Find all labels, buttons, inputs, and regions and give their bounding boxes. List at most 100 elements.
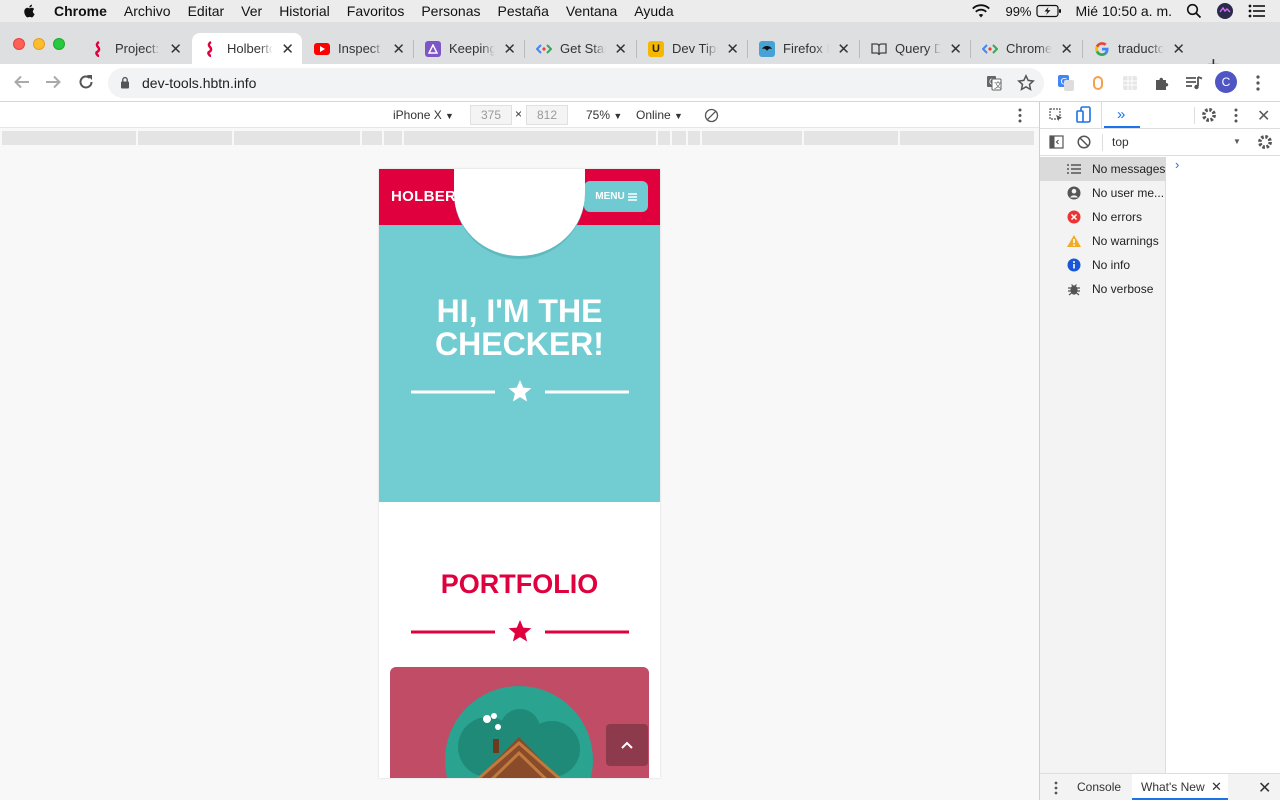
tab-close-icon[interactable]: ✕ xyxy=(281,40,294,58)
site-menu-button[interactable]: MENU xyxy=(584,181,648,212)
google-icon xyxy=(1094,41,1110,57)
drawer-tab-console[interactable]: Console xyxy=(1077,780,1121,794)
console-settings-gear-icon[interactable] xyxy=(1257,134,1273,150)
window-close-button[interactable] xyxy=(13,38,25,50)
tab-query[interactable]: Query D ✕ xyxy=(860,33,970,64)
menu-ver[interactable]: Ver xyxy=(241,3,262,19)
device-height-input[interactable]: 812 xyxy=(526,105,568,125)
tab-close-icon[interactable]: ✕ xyxy=(726,40,739,58)
extension-orange-icon[interactable] xyxy=(1088,73,1108,93)
drawer-menu-kebab-icon[interactable] xyxy=(1054,781,1058,795)
device-width-input[interactable]: 375 xyxy=(470,105,512,125)
drawer-tab-whats-new[interactable]: What's New xyxy=(1141,780,1205,794)
media-controls-icon[interactable] xyxy=(1184,73,1204,93)
tab-close-icon[interactable]: ✕ xyxy=(169,40,182,58)
chrome-menu-kebab-icon[interactable] xyxy=(1248,73,1268,93)
settings-gear-icon[interactable] xyxy=(1201,107,1217,123)
filter-all-messages[interactable]: No messages xyxy=(1040,157,1166,181)
filter-info[interactable]: No info xyxy=(1040,253,1166,277)
address-bar[interactable]: dev-tools.hbtn.info G文 xyxy=(108,68,1044,98)
forward-arrow-icon[interactable] xyxy=(44,73,62,91)
filter-user-messages[interactable]: No user me... xyxy=(1040,181,1166,205)
menu-ayuda[interactable]: Ayuda xyxy=(634,3,673,19)
menu-archivo[interactable]: Archivo xyxy=(124,3,171,19)
chevron-down-icon: ▼ xyxy=(445,111,454,121)
window-minimize-button[interactable] xyxy=(33,38,45,50)
back-arrow-icon[interactable] xyxy=(13,73,31,91)
context-dropdown-arrow-icon[interactable]: ▼ xyxy=(1233,137,1241,146)
tab-close-icon[interactable]: ✕ xyxy=(949,40,962,58)
tab-holberton[interactable]: Holberton ✕ xyxy=(192,33,302,64)
translate-page-icon[interactable]: G文 xyxy=(986,75,1002,91)
tab-inspect[interactable]: Inspect f ✕ xyxy=(303,33,413,64)
tab-close-icon[interactable]: ✕ xyxy=(1060,40,1073,58)
menu-favoritos[interactable]: Favoritos xyxy=(347,3,405,19)
context-select[interactable]: top xyxy=(1112,135,1129,149)
menu-app-name[interactable]: Chrome xyxy=(54,3,107,19)
tab-close-icon[interactable]: ✕ xyxy=(614,40,627,58)
close-drawer-icon[interactable]: ✕ xyxy=(1258,778,1271,798)
wifi-icon[interactable] xyxy=(971,3,991,19)
extensions-puzzle-icon[interactable] xyxy=(1152,73,1172,93)
close-whats-new-icon[interactable]: ✕ xyxy=(1211,779,1222,795)
menu-clock[interactable]: Mié 10:50 a. m. xyxy=(1076,3,1173,19)
zoom-select[interactable]: 75% ▼ xyxy=(586,108,622,122)
profile-avatar[interactable]: C xyxy=(1215,71,1237,93)
spotlight-search-icon[interactable] xyxy=(1186,3,1202,19)
tab-close-icon[interactable]: ✕ xyxy=(392,40,405,58)
console-prompt-chevron-icon[interactable]: › xyxy=(1175,157,1179,172)
google-translate-extension-icon[interactable]: G xyxy=(1056,73,1076,93)
emulated-page[interactable]: HOLBERTON ME MENU HI, I'M THE CHECKER! P… xyxy=(379,169,660,778)
notification-center-icon[interactable] xyxy=(1248,4,1266,18)
console-sidebar: No messages No user me... No errors No w… xyxy=(1040,157,1166,773)
dimension-x-icon: × xyxy=(515,107,523,121)
extension-grid-icon[interactable] xyxy=(1120,73,1140,93)
tab-close-icon[interactable]: ✕ xyxy=(837,40,850,58)
apple-logo-icon[interactable] xyxy=(20,3,40,19)
menu-historial[interactable]: Historial xyxy=(279,3,330,19)
siri-icon[interactable] xyxy=(1216,2,1234,20)
media-query-bar[interactable] xyxy=(2,131,1037,145)
filter-warnings[interactable]: No warnings xyxy=(1040,229,1166,253)
tab-firefox[interactable]: Firefox D ✕ xyxy=(748,33,858,64)
reload-icon[interactable] xyxy=(77,73,95,91)
holberton-icon xyxy=(203,40,219,57)
network-throttle-select[interactable]: Online ▼ xyxy=(636,108,683,122)
filter-verbose[interactable]: No verbose xyxy=(1040,277,1166,301)
bookmark-star-icon[interactable] xyxy=(1017,74,1035,92)
tab-title: Query D xyxy=(895,41,941,56)
close-devtools-icon[interactable]: ✕ xyxy=(1257,106,1270,126)
clear-console-icon[interactable] xyxy=(1077,135,1091,149)
devtools-main-toolbar: » ✕ xyxy=(1040,102,1280,129)
tab-keeping[interactable]: Keeping ✕ xyxy=(414,33,524,64)
url-text[interactable]: dev-tools.hbtn.info xyxy=(142,75,256,91)
tab-close-icon[interactable]: ✕ xyxy=(503,40,516,58)
inspect-element-icon[interactable] xyxy=(1049,108,1064,123)
menu-ventana[interactable]: Ventana xyxy=(566,3,617,19)
devtools-kebab-icon[interactable] xyxy=(1234,108,1238,123)
browser-toolbar: dev-tools.hbtn.info G文 G C xyxy=(0,64,1280,102)
tab-dev-tips[interactable]: U Dev Tips ✕ xyxy=(637,33,747,64)
menu-personas[interactable]: Personas xyxy=(421,3,480,19)
menu-pestana[interactable]: Pestaña xyxy=(498,3,549,19)
device-toolbar-toggle-icon[interactable] xyxy=(1076,106,1092,124)
tab-strip: Project: ✕ Holberton ✕ Inspect f ✕ Keepi… xyxy=(0,22,1280,77)
tab-project[interactable]: Project: ✕ xyxy=(80,33,190,64)
filter-errors[interactable]: No errors xyxy=(1040,205,1166,229)
battery-charging-icon[interactable] xyxy=(1035,4,1062,18)
tab-get-started[interactable]: Get Star ✕ xyxy=(525,33,635,64)
chevron-up-icon xyxy=(621,741,633,749)
menu-editar[interactable]: Editar xyxy=(188,3,225,19)
device-select[interactable]: iPhone X ▼ xyxy=(393,108,454,122)
window-zoom-button[interactable] xyxy=(53,38,65,50)
tab-title: Holberton xyxy=(227,41,273,56)
lock-icon[interactable] xyxy=(120,76,130,89)
device-toolbar-more-icon[interactable] xyxy=(1018,108,1022,123)
rotate-device-icon[interactable] xyxy=(704,108,719,123)
tab-traductor[interactable]: traducto ✕ xyxy=(1083,33,1193,64)
scroll-to-top-button[interactable] xyxy=(606,724,648,766)
tab-chrome[interactable]: Chrome ✕ xyxy=(971,33,1081,64)
more-tabs-chevron-icon[interactable]: » xyxy=(1117,106,1125,123)
tab-close-icon[interactable]: ✕ xyxy=(1172,40,1185,58)
show-sidebar-icon[interactable] xyxy=(1049,135,1064,149)
